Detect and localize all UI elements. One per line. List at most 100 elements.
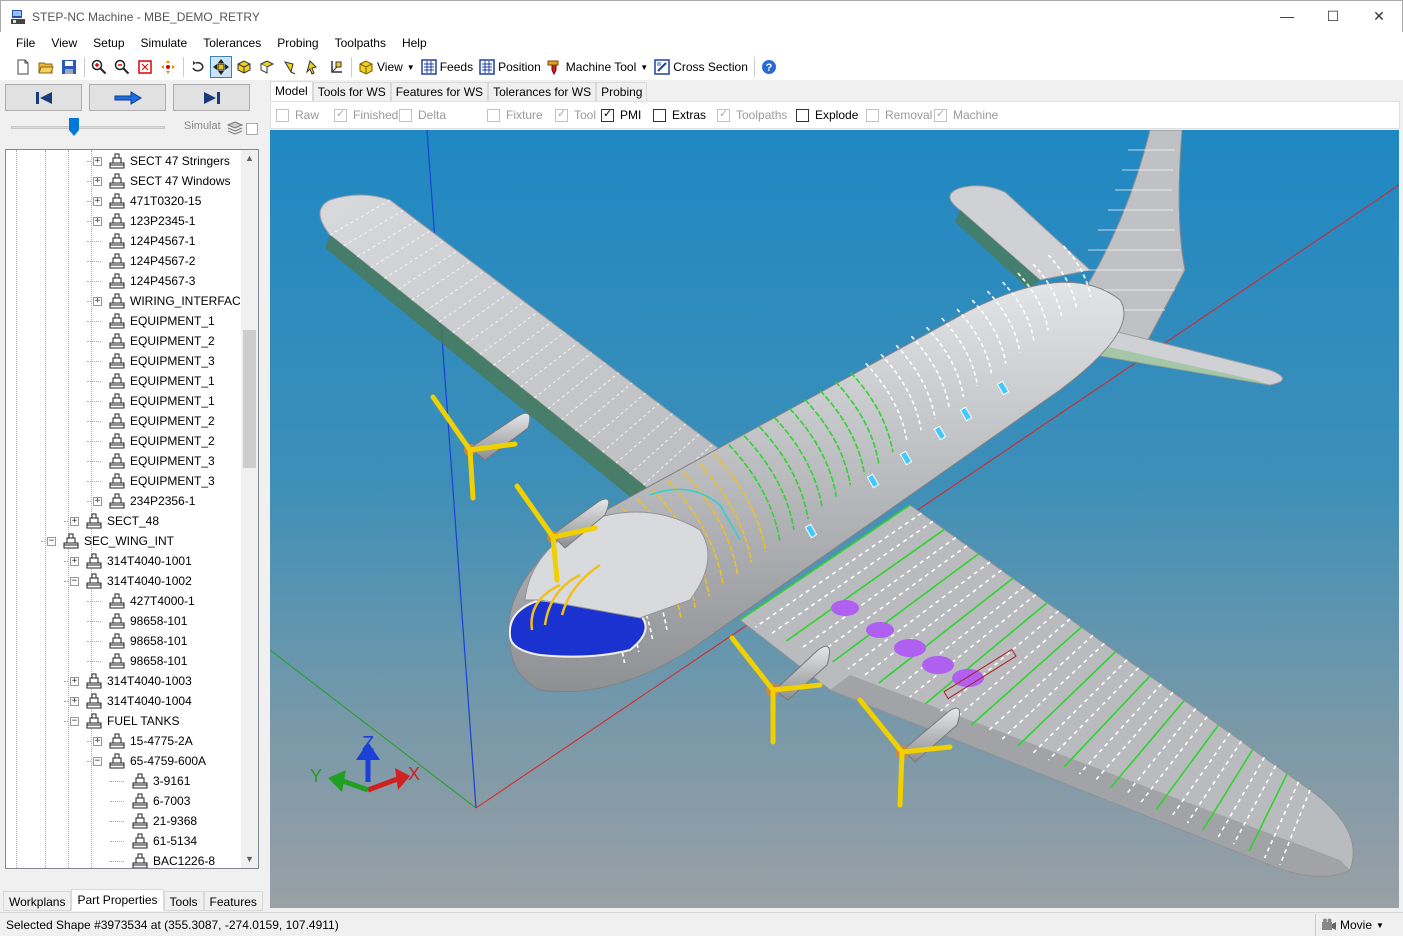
machine-checkbox[interactable]: ✓ Machine	[934, 108, 998, 122]
zoom-in-icon[interactable]	[88, 56, 110, 78]
expand-icon[interactable]: +	[93, 156, 102, 166]
view-axis-icon[interactable]	[325, 56, 347, 78]
menu-probing[interactable]: Probing	[269, 32, 326, 54]
tree-item[interactable]: +234P2356-1	[93, 491, 195, 511]
skip-back-button[interactable]	[5, 84, 82, 111]
checkbox-box[interactable]	[399, 108, 412, 122]
tab-part-properties[interactable]: Part Properties	[71, 889, 164, 911]
view-iso-icon[interactable]	[302, 56, 324, 78]
tree-item[interactable]: − FUEL TANKS	[70, 711, 179, 731]
close-button[interactable]: ✕	[1356, 1, 1402, 31]
speed-slider-track[interactable]	[11, 126, 165, 129]
movie-dropdown-button[interactable]: Movie ▼	[1315, 914, 1403, 936]
tree-item[interactable]: EQUIPMENT_1	[93, 391, 215, 411]
tab-features[interactable]: Features	[203, 891, 263, 911]
tree-item[interactable]: BAC1226-8	[116, 851, 215, 868]
fixture-checkbox[interactable]: Fixture	[487, 108, 543, 122]
expand-icon[interactable]: +	[70, 676, 79, 686]
open-icon[interactable]	[35, 56, 57, 78]
tree-item[interactable]: +314T4040-1004	[70, 691, 192, 711]
tree-item[interactable]: + SECT 47 Windows	[93, 171, 230, 191]
maximize-button[interactable]: ☐	[1310, 1, 1356, 31]
tree-item[interactable]: EQUIPMENT_3	[93, 451, 215, 471]
expand-icon[interactable]: +	[70, 696, 79, 706]
collapse-icon[interactable]: −	[70, 716, 79, 726]
delta-checkbox[interactable]: Delta	[399, 108, 446, 122]
play-button[interactable]	[89, 84, 166, 111]
airplane-model[interactable]: Z X Y	[270, 130, 1399, 908]
scroll-thumb[interactable]	[243, 330, 256, 468]
checkbox-box[interactable]: ✓	[717, 108, 730, 122]
zoom-out-icon[interactable]	[111, 56, 133, 78]
pan-view-icon[interactable]	[210, 56, 232, 78]
help-icon[interactable]: ?	[758, 56, 780, 78]
raw-checkbox[interactable]: Raw	[276, 108, 319, 122]
tree-item[interactable]: +471T0320-15	[93, 191, 201, 211]
tree-item[interactable]: EQUIPMENT_2	[93, 411, 215, 431]
tree-item[interactable]: 124P4567-2	[93, 251, 195, 271]
explode-checkbox[interactable]: Explode	[796, 108, 858, 122]
tree-item[interactable]: 124P4567-3	[93, 271, 195, 291]
view-dropdown-button[interactable]: View ▼	[355, 56, 418, 78]
new-icon[interactable]	[12, 56, 34, 78]
tree-item[interactable]: EQUIPMENT_1	[93, 371, 215, 391]
tree-item[interactable]: +123P2345-1	[93, 211, 195, 231]
expand-icon[interactable]: +	[93, 496, 102, 506]
tab-workplans[interactable]: Workplans	[3, 891, 72, 911]
tree-item[interactable]: 427T4000-1	[93, 591, 195, 611]
collapse-icon[interactable]: −	[47, 536, 56, 546]
cross-section-button[interactable]: Cross Section	[651, 56, 751, 78]
tree-item[interactable]: +314T4040-1001	[70, 551, 192, 571]
menu-setup[interactable]: Setup	[85, 32, 132, 54]
pmi-checkbox[interactable]: ✓ PMI	[601, 108, 641, 122]
tree-item[interactable]: − 65-4759-600A	[93, 751, 206, 771]
speed-slider-thumb[interactable]	[69, 118, 79, 136]
menu-help[interactable]: Help	[394, 32, 435, 54]
tree-item[interactable]: +314T4040-1003	[70, 671, 192, 691]
tab-model[interactable]: Model	[270, 81, 313, 101]
menu-tolerances[interactable]: Tolerances	[195, 32, 269, 54]
menu-toolpaths[interactable]: Toolpaths	[327, 32, 394, 54]
checkbox-box[interactable]	[866, 108, 879, 122]
checkbox-box[interactable]: ✓	[334, 108, 347, 122]
checkbox-box[interactable]: ✓	[555, 108, 568, 122]
scroll-up-icon[interactable]: ▲	[241, 150, 258, 167]
scroll-down-icon[interactable]: ▼	[241, 851, 258, 868]
collapse-icon[interactable]: −	[93, 756, 102, 766]
tree-item[interactable]: 61-5134	[116, 831, 197, 851]
checkbox-box[interactable]: ✓	[934, 108, 947, 122]
zoom-fit-icon[interactable]	[134, 56, 156, 78]
tree-item[interactable]: − SEC_WING_INT	[47, 531, 174, 551]
menu-file[interactable]: File	[8, 32, 43, 54]
expand-icon[interactable]: +	[93, 216, 102, 226]
tree-item[interactable]: + WIRING_INTERFACE_F	[93, 291, 258, 311]
skip-forward-button[interactable]	[173, 84, 250, 111]
extras-checkbox[interactable]: Extras	[653, 108, 706, 122]
tree-item[interactable]: +15-4775-2A	[93, 731, 193, 751]
tab-tolerances-for-ws[interactable]: Tolerances for WS	[488, 82, 597, 101]
tree-item[interactable]: EQUIPMENT_2	[93, 431, 215, 451]
tree-scrollbar[interactable]: ▲ ▼	[241, 150, 258, 868]
menu-simulate[interactable]: Simulate	[133, 32, 196, 54]
minimize-button[interactable]: —	[1264, 1, 1310, 31]
tree-item[interactable]: EQUIPMENT_1	[93, 311, 215, 331]
expand-icon[interactable]: +	[70, 516, 79, 526]
tree-item[interactable]: + SECT_48	[70, 511, 159, 531]
view-side-icon[interactable]	[256, 56, 278, 78]
tool-checkbox[interactable]: ✓ Tool	[555, 108, 596, 122]
tree-item[interactable]: EQUIPMENT_3	[93, 471, 215, 491]
machine-tool-dropdown-button[interactable]: Machine Tool ▼	[544, 56, 651, 78]
rotate-icon[interactable]	[187, 56, 209, 78]
expand-icon[interactable]: +	[93, 196, 102, 206]
checkbox-box[interactable]: ✓	[601, 108, 614, 122]
feeds-button[interactable]: Feeds	[418, 56, 476, 78]
view-top-icon[interactable]	[279, 56, 301, 78]
tree-item[interactable]: + SECT 47 Stringers	[93, 151, 230, 171]
checkbox-box[interactable]	[487, 108, 500, 122]
tree-item[interactable]: EQUIPMENT_2	[93, 331, 215, 351]
3d-viewport[interactable]: Z X Y	[270, 130, 1399, 908]
tab-tools-for-ws[interactable]: Tools for WS	[312, 82, 391, 101]
view-front-icon[interactable]	[233, 56, 255, 78]
tree-item[interactable]: 98658-101	[93, 651, 187, 671]
expand-icon[interactable]: +	[93, 176, 102, 186]
